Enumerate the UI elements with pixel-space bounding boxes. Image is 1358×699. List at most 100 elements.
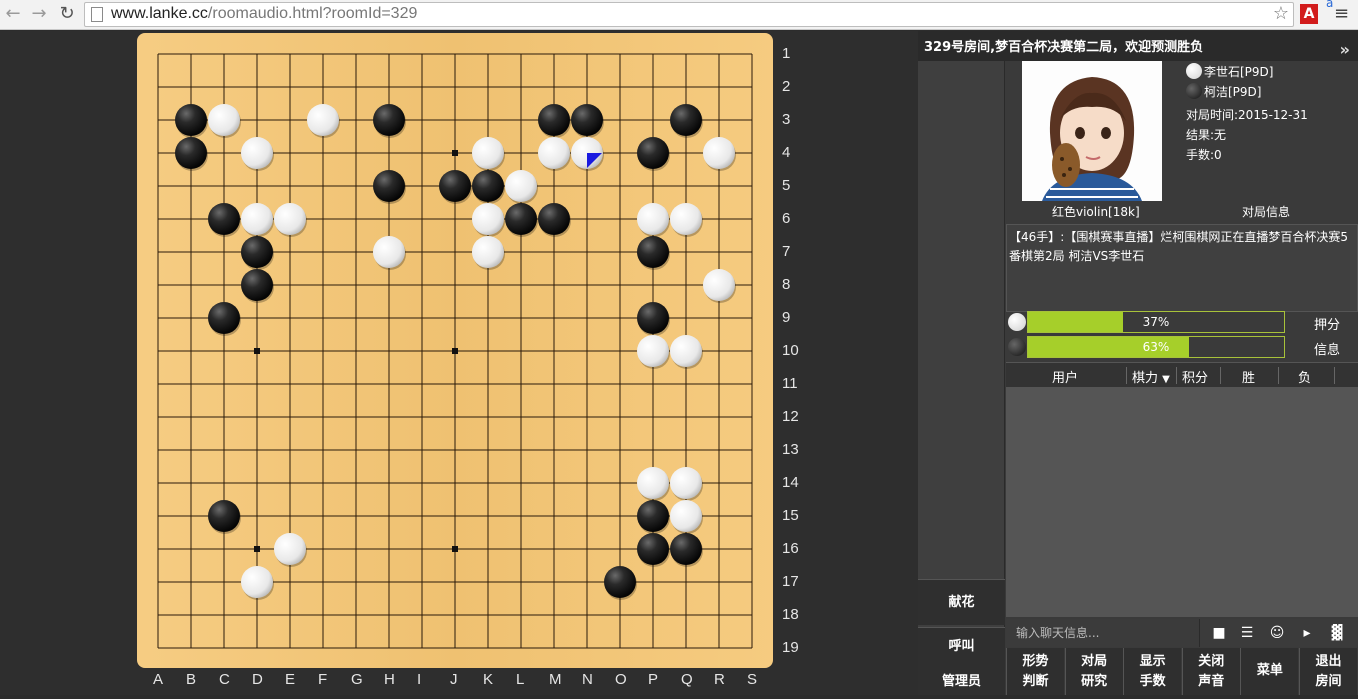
- white-stone: [274, 203, 306, 235]
- star-point: [254, 546, 260, 552]
- black-stone: [637, 137, 669, 169]
- broadcast-message: 【46手】:【围棋赛事直播】烂柯围棋网正在直播梦百合杯决赛5番棋第2局 柯洁VS…: [1006, 224, 1358, 312]
- bottom-button-line1: 显示: [1139, 654, 1166, 669]
- white-stone: [472, 236, 504, 268]
- star-point: [452, 348, 458, 354]
- row-label: 11: [782, 375, 798, 392]
- chat-bar: 输入聊天信息... ■ ☰ ☺ ▸ ▓: [1006, 619, 1358, 647]
- extension-icon[interactable]: A: [1300, 4, 1318, 24]
- col-label: G: [351, 671, 363, 688]
- row-label: 12: [782, 408, 799, 425]
- chat-bubble-icon[interactable]: ■: [1210, 624, 1228, 642]
- row-label: 15: [782, 507, 799, 524]
- reload-icon[interactable]: ↻: [56, 3, 78, 25]
- flower-button[interactable]: 献花: [918, 579, 1005, 625]
- browser-toolbar: ← → ↻ www.lanke.cc/roomaudio.html?roomId…: [0, 0, 1358, 30]
- black-stone: [505, 203, 537, 235]
- bottom-button-line2: 手数: [1139, 674, 1166, 689]
- bet-button[interactable]: 押分: [1314, 314, 1340, 333]
- trash-icon[interactable]: ▓: [1328, 624, 1346, 642]
- emoji-icon[interactable]: ☺: [1268, 624, 1286, 642]
- row-label: 4: [782, 144, 791, 161]
- address-bar[interactable]: www.lanke.cc/roomaudio.html?roomId=329 ☆: [84, 2, 1294, 27]
- bottom-button[interactable]: 形势 判断: [1006, 648, 1064, 695]
- url-text: www.lanke.cc/roomaudio.html?roomId=329: [111, 5, 418, 22]
- col-user[interactable]: 用户: [1052, 367, 1078, 386]
- bookmark-star-icon[interactable]: ☆: [1273, 3, 1289, 24]
- megaphone-icon[interactable]: ▸: [1298, 624, 1316, 642]
- black-stone: [175, 104, 207, 136]
- white-stone: [505, 170, 537, 202]
- game-info-link[interactable]: 对局信息: [1242, 203, 1290, 220]
- col-label: A: [153, 671, 164, 688]
- row-label: 3: [782, 111, 791, 128]
- avatar: [1022, 61, 1162, 201]
- row-label: 2: [782, 78, 791, 95]
- list-icon[interactable]: ☰: [1238, 624, 1256, 642]
- bottom-button[interactable]: 退出 房间: [1299, 648, 1357, 695]
- col-loss[interactable]: 负: [1298, 367, 1311, 386]
- bottom-button-line1: 对局: [1081, 654, 1108, 669]
- room-panel: 329号房间,梦百合杯决赛第二局，欢迎预测胜负 » 李世石[P9D] 柯洁[P9…: [918, 31, 1358, 695]
- info-button[interactable]: 信息: [1314, 339, 1340, 358]
- bottom-button[interactable]: 对局 研究: [1064, 648, 1123, 695]
- white-stone: [241, 137, 273, 169]
- star-point: [254, 348, 260, 354]
- col-label: M: [549, 671, 562, 688]
- collapse-icon[interactable]: »: [1340, 33, 1350, 67]
- row-label: 18: [782, 606, 799, 623]
- white-prediction-row: 37% 押分: [1006, 311, 1358, 333]
- back-icon[interactable]: ←: [2, 3, 24, 25]
- white-stone: [637, 467, 669, 499]
- white-stone: [637, 335, 669, 367]
- game-date: 对局时间:2015-12-31: [1186, 108, 1308, 122]
- star-point: [452, 546, 458, 552]
- white-stone-icon: [1008, 313, 1026, 331]
- col-label: N: [582, 671, 593, 688]
- white-stone: [307, 104, 339, 136]
- star-point: [452, 150, 458, 156]
- forward-icon[interactable]: →: [28, 3, 50, 25]
- row-label: 13: [782, 441, 799, 458]
- black-stone: [208, 203, 240, 235]
- black-stone: [208, 500, 240, 532]
- col-label: D: [252, 671, 263, 688]
- chat-input[interactable]: 输入聊天信息...: [1006, 619, 1200, 647]
- white-stone: [703, 269, 735, 301]
- black-stone: [637, 236, 669, 268]
- col-win[interactable]: 胜: [1242, 367, 1255, 386]
- row-label: 9: [782, 309, 791, 326]
- board-grid[interactable]: [137, 33, 773, 668]
- row-label: 6: [782, 210, 791, 227]
- white-stone: [241, 203, 273, 235]
- col-label: R: [714, 671, 725, 688]
- white-prediction-pct: 37%: [1142, 315, 1170, 329]
- bottom-button-line1: 形势: [1022, 654, 1049, 669]
- black-stone: [538, 203, 570, 235]
- black-stone: [241, 269, 273, 301]
- browser-menu-icon[interactable]: ≡: [1334, 4, 1349, 24]
- room-title: 329号房间,梦百合杯决赛第二局，欢迎预测胜负 »: [918, 31, 1358, 61]
- col-label: J: [450, 671, 458, 688]
- bottom-button-line1: 菜单: [1256, 663, 1283, 678]
- col-score[interactable]: 积分: [1182, 367, 1208, 386]
- row-label: 7: [782, 243, 791, 260]
- bottom-button[interactable]: 显示 手数: [1123, 648, 1182, 695]
- white-stone: [472, 203, 504, 235]
- bottom-button[interactable]: 菜单: [1240, 648, 1299, 695]
- admin-button[interactable]: 管理员: [918, 665, 1005, 695]
- col-label: P: [648, 671, 659, 688]
- black-prediction-bar: 63%: [1027, 336, 1285, 358]
- col-strength[interactable]: 棋力 ▼: [1132, 367, 1170, 386]
- bottom-button[interactable]: 关闭 声音: [1181, 648, 1240, 695]
- white-stone: [637, 203, 669, 235]
- bottom-button-line2: 研究: [1081, 674, 1108, 689]
- go-board[interactable]: [137, 33, 773, 668]
- bottom-button-line1: 退出: [1315, 654, 1342, 669]
- user-list[interactable]: [1006, 387, 1358, 617]
- row-label: 17: [782, 573, 799, 590]
- call-button[interactable]: 呼叫: [918, 627, 1005, 665]
- bottom-button-line1: 关闭: [1198, 654, 1225, 669]
- row-label: 10: [782, 342, 799, 359]
- col-label: S: [747, 671, 758, 688]
